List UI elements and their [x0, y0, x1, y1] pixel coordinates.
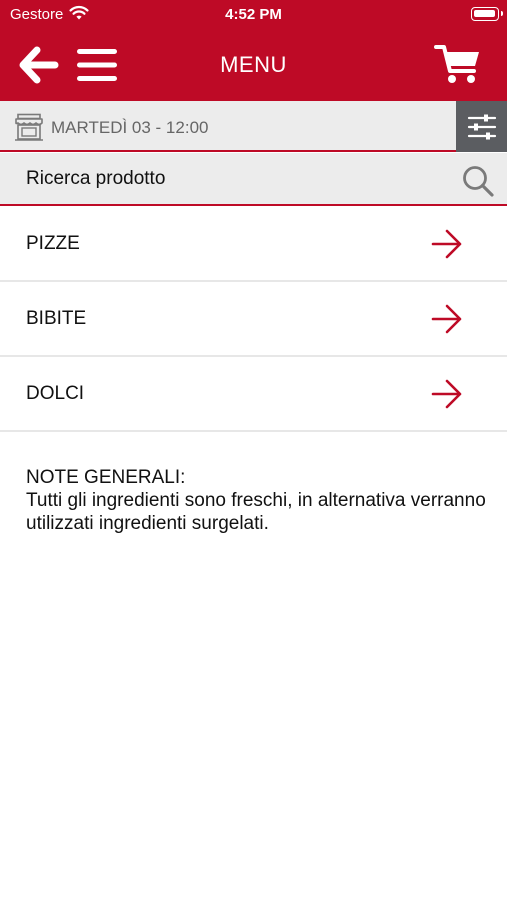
sliders-icon: [467, 114, 496, 139]
status-bar: Gestore 4:52 PM: [0, 0, 507, 28]
arrow-right-icon: [431, 304, 462, 334]
header-bar: Gestore 4:52 PM MENU: [0, 0, 507, 101]
category-item-bibite[interactable]: BIBITE: [0, 282, 507, 357]
search-icon[interactable]: [461, 164, 495, 198]
category-label: PIZZE: [26, 233, 80, 254]
category-item-pizze[interactable]: PIZZE: [0, 207, 507, 282]
arrow-right-icon: [431, 229, 462, 259]
shopping-cart-icon: [434, 45, 479, 83]
filter-button[interactable]: [456, 101, 507, 152]
search-bar: [0, 153, 507, 206]
category-label: DOLCI: [26, 383, 85, 404]
arrow-right-icon: [431, 379, 462, 409]
category-list: PIZZE BIBITE DOLCI: [0, 207, 507, 432]
category-item-dolci[interactable]: DOLCI: [0, 357, 507, 432]
notes-body: Tutti gli ingredienti sono freschi, in a…: [26, 490, 486, 534]
notes-title: NOTE GENERALI:: [26, 467, 186, 488]
search-input[interactable]: [0, 153, 455, 204]
shop-icon: [15, 113, 43, 141]
category-label: BIBITE: [26, 308, 87, 329]
battery-icon: [471, 7, 503, 21]
nav-bar: MENU: [0, 28, 507, 101]
cart-button[interactable]: [430, 40, 486, 88]
general-notes: NOTE GENERALI: Tutti gli ingredienti son…: [26, 466, 486, 535]
pickup-datetime: MARTEDÌ 03 - 12:00: [51, 118, 209, 137]
pickup-time-bar[interactable]: MARTEDÌ 03 - 12:00: [0, 101, 507, 152]
status-time: 4:52 PM: [225, 6, 282, 23]
